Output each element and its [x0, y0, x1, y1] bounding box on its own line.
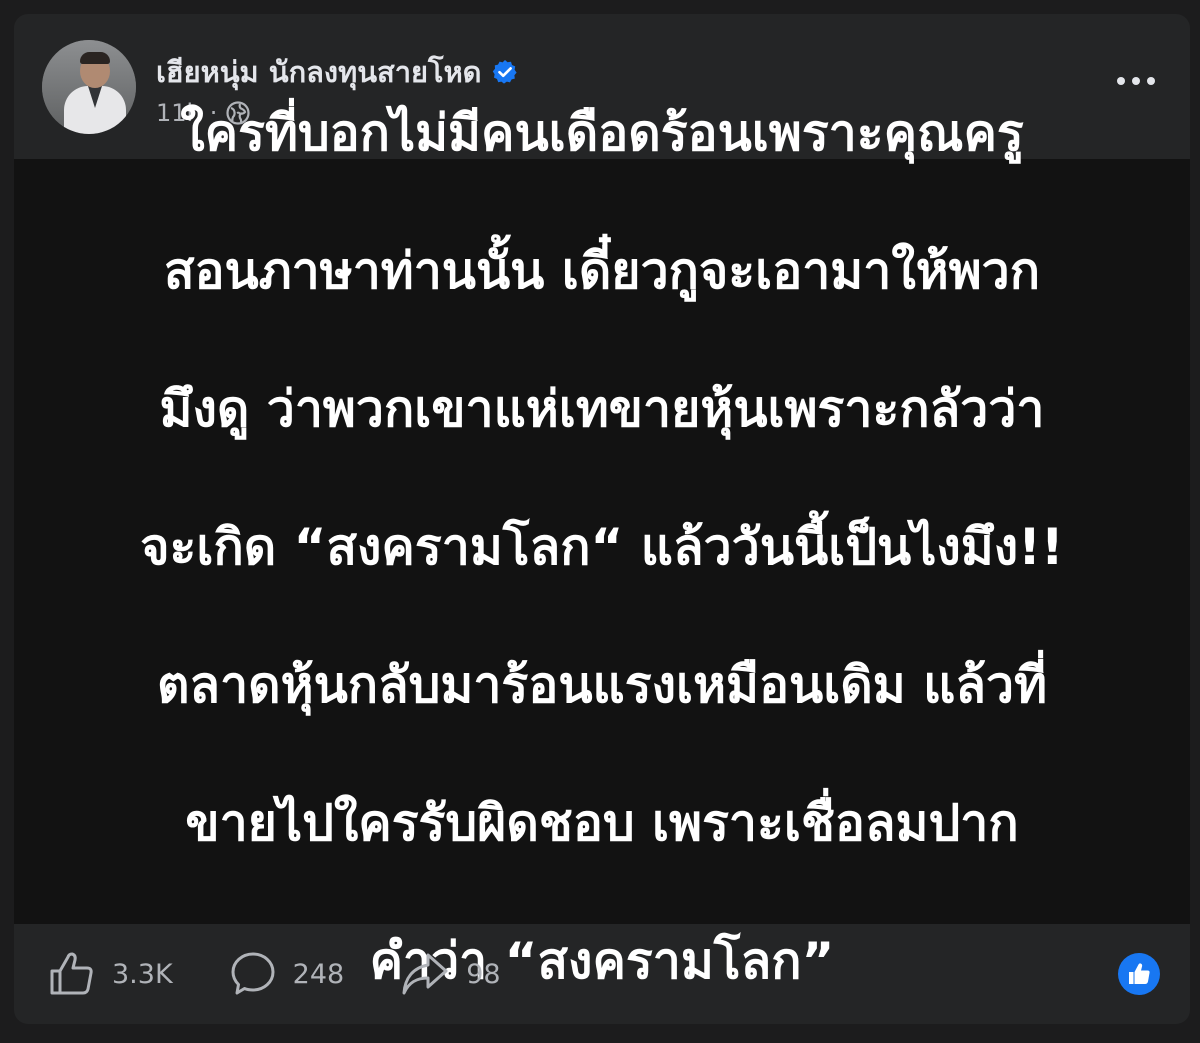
- share-count: 98: [466, 958, 501, 990]
- share-icon: [402, 953, 448, 995]
- post-text-line: จะเกิด “สงครามโลก“ แล้ววันนี้เป็นไงมึง!!: [140, 518, 1064, 576]
- post-actions-bar: 3.3K 248 98: [14, 924, 1190, 1024]
- like-button[interactable]: 3.3K: [48, 951, 173, 997]
- post-text: ใครที่บอกไม่มีคนเดือดร้อนเพราะคุณครู สอน…: [62, 30, 1142, 1024]
- comment-button[interactable]: 248: [229, 950, 345, 998]
- comment-count: 248: [292, 958, 345, 990]
- post-text-line: สอนภาษาท่านนั้น เดี๋ยวกูจะเอามาให้พวก: [163, 242, 1041, 300]
- post-card: เฮียหนุ่ม นักลงทุนสายโหด 11h · ใครที่บอก…: [14, 14, 1190, 1024]
- thumbs-up-icon: [50, 952, 93, 995]
- post-text-line: ตลาดหุ้นกลับมาร้อนแรงเหมือนเดิม แล้วที่: [156, 656, 1048, 714]
- post-text-line: มึงดู ว่าพวกเขาแห่เทขายหุ้นเพราะกลัวว่า: [159, 380, 1045, 438]
- share-button[interactable]: 98: [400, 951, 501, 997]
- post-body: ใครที่บอกไม่มีคนเดือดร้อนเพราะคุณครู สอน…: [14, 104, 1190, 990]
- like-count: 3.3K: [112, 958, 173, 990]
- comment-icon: [231, 952, 275, 995]
- post-text-line: ใครที่บอกไม่มีคนเดือดร้อนเพราะคุณครู: [180, 104, 1024, 162]
- like-reaction-icon[interactable]: [1118, 953, 1160, 995]
- post-text-line: ขายไปใครรับผิดชอบ เพราะเชื่อลมปาก: [185, 794, 1019, 852]
